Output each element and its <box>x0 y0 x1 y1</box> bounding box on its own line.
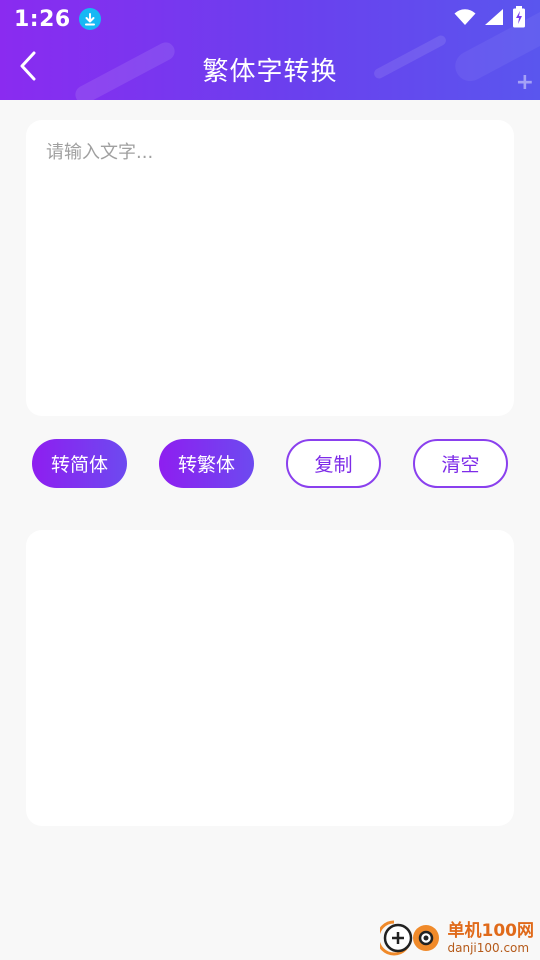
status-icons <box>454 6 526 32</box>
back-button[interactable] <box>8 48 48 88</box>
wifi-icon <box>454 8 476 30</box>
battery-charging-icon <box>512 6 526 32</box>
watermark: 单机100网 danji100.com <box>376 916 535 960</box>
app-bar: 繁体字转换 <box>0 38 540 100</box>
input-card <box>26 120 514 416</box>
signal-icon <box>484 8 504 30</box>
watermark-text: 单机100网 danji100.com <box>447 920 535 955</box>
page-title: 繁体字转换 <box>202 56 338 87</box>
to-traditional-button[interactable]: 转繁体 <box>159 439 254 488</box>
download-icon <box>78 8 101 30</box>
watermark-logo-icon <box>376 916 444 960</box>
watermark-cn: 单机100网 <box>447 920 535 941</box>
status-time: 1:26 <box>14 6 71 32</box>
chevron-left-icon <box>19 51 37 85</box>
copy-button[interactable]: 复制 <box>286 439 381 488</box>
output-text <box>26 530 514 566</box>
status-bar: 1:26 <box>0 0 540 38</box>
text-input[interactable] <box>26 120 514 416</box>
header: + 1:26 繁体字转换 <box>0 0 540 100</box>
clear-button[interactable]: 清空 <box>413 439 508 488</box>
to-simplified-button[interactable]: 转简体 <box>32 439 127 488</box>
action-buttons: 转简体 转繁体 复制 清空 <box>0 439 540 489</box>
watermark-en: danji100.com <box>447 940 530 955</box>
app-root: + 1:26 繁体字转换 请输入文字... 转简体 转繁体 复制 清空 单机10… <box>0 0 540 960</box>
output-card <box>26 530 514 826</box>
